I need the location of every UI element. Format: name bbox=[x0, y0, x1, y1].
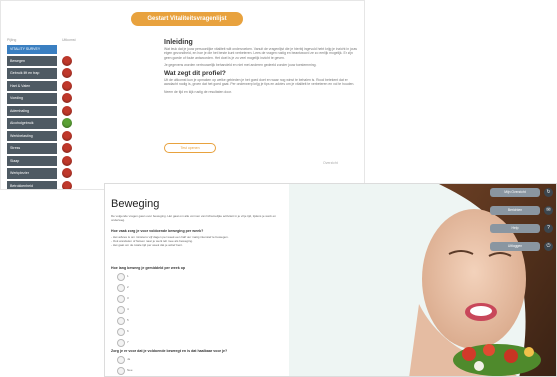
sidebar-item-label: Ademhaling bbox=[10, 108, 29, 113]
radio-option[interactable]: Nee bbox=[117, 367, 133, 375]
topic-sidebar: VITALITY SURVEY Bewegen Gebruik lift en t… bbox=[7, 45, 72, 189]
sidebar-item-label: Gebruik lift en trap bbox=[10, 71, 40, 76]
start-survey-button[interactable]: Gestart Vitaliteitsvragenlijst bbox=[131, 12, 243, 26]
radio-option-label: 4 bbox=[127, 307, 129, 311]
sidebar-item-label: Slaap bbox=[10, 158, 20, 163]
status-light-icon bbox=[62, 105, 72, 116]
sidebar-item[interactable]: Ademhaling bbox=[7, 105, 72, 117]
sidebar-item[interactable]: Voeding bbox=[7, 93, 72, 104]
menu-button[interactable]: Mijn Overzicht ↻ bbox=[490, 188, 553, 197]
status-light-icon bbox=[62, 130, 72, 141]
overview-link[interactable]: Overzicht bbox=[323, 161, 338, 165]
radio-option[interactable]: Ja bbox=[117, 356, 130, 364]
radio-option[interactable]: 7 bbox=[117, 339, 129, 347]
question-1-bullets: - Het advies is om minstens vijf dagen p… bbox=[111, 235, 229, 247]
menu-button[interactable]: Help? bbox=[490, 224, 553, 233]
sidebar-item[interactable]: Betrokkenheid bbox=[7, 180, 72, 189]
sidebar-item-label: Alcoholgebruik bbox=[10, 121, 34, 126]
help-icon[interactable]: ? bbox=[544, 224, 553, 233]
profile-subtitle: Wat zegt dit profiel? bbox=[164, 70, 226, 78]
sidebar-item-vitality-survey[interactable]: VITALITY SURVEY bbox=[7, 45, 57, 54]
radio-option-label: 1 bbox=[127, 274, 129, 278]
radio-option-label: 7 bbox=[127, 340, 129, 344]
status-light-icon bbox=[62, 80, 72, 91]
profile-paragraph: Neem de tijd en kijk rustig de resultate… bbox=[164, 89, 232, 94]
open-test-button[interactable]: Test openen bbox=[164, 143, 216, 153]
sidebar-item[interactable]: Bewegen bbox=[7, 56, 72, 67]
intro-panel: Inleiding Wat leuk dat je jouw persoonli… bbox=[164, 39, 359, 97]
radio-option-label: Nee bbox=[127, 368, 133, 372]
menu-button-label: Mijn Overzicht bbox=[504, 190, 526, 194]
radio-option-label: 5 bbox=[127, 318, 129, 322]
radio-option-label: 3 bbox=[127, 296, 129, 300]
sidebar-item-label: Voeding bbox=[10, 96, 23, 101]
sidebar-item[interactable]: Werkbelasting bbox=[7, 130, 72, 142]
sidebar-item-label: Bewegen bbox=[10, 59, 25, 63]
page-title: Beweging bbox=[111, 198, 160, 210]
radio-option[interactable]: 2 bbox=[117, 284, 129, 292]
sidebar-item-label: Betrokkenheid bbox=[10, 183, 33, 188]
intro-paragraph: Je gegevens worden vertrouwelijk behande… bbox=[164, 62, 317, 67]
sidebar-item[interactable]: Alcoholgebruik bbox=[7, 118, 72, 129]
radio-option[interactable]: 4 bbox=[117, 306, 129, 314]
status-light-icon bbox=[62, 118, 72, 129]
status-light-icon bbox=[62, 168, 72, 179]
questionnaire-panel: Beweging De volgende vragen gaan over be… bbox=[105, 184, 289, 376]
status-light-icon bbox=[62, 180, 72, 189]
radio-option-label: 6 bbox=[127, 329, 129, 333]
intro-paragraph: Wat leuk dat je jouw persoonlijke vitali… bbox=[164, 47, 357, 60]
account-menu: Mijn Overzicht ↻ Berichten ✉ Help? Uitloggen ⏻ bbox=[490, 188, 556, 260]
frequency-options: 1 2 3 4 5 6 7 bbox=[117, 273, 129, 350]
sidebar-item[interactable]: Hart & Vaten bbox=[7, 80, 72, 92]
mail-icon[interactable]: ✉ bbox=[544, 206, 553, 215]
radio-option-label: 2 bbox=[127, 285, 129, 289]
intro-text: De volgende vragen gaan over beweging. H… bbox=[111, 214, 276, 222]
status-light-icon bbox=[62, 56, 72, 66]
column-header-topic: Pijling bbox=[7, 38, 17, 42]
sidebar-item[interactable]: Stress bbox=[7, 143, 72, 154]
sidebar-item-label: Hart & Vaten bbox=[10, 83, 31, 88]
radio-option[interactable]: 5 bbox=[117, 317, 129, 325]
power-icon[interactable]: ⏻ bbox=[544, 242, 553, 251]
vitality-overview-window: Gestart Vitaliteitsvragenlijst Pijling U… bbox=[0, 0, 365, 190]
intro-title: Inleiding bbox=[164, 39, 193, 46]
menu-button[interactable]: Uitloggen ⏻ bbox=[490, 242, 553, 251]
movement-questionnaire-window: Beweging De volgende vragen gaan over be… bbox=[104, 183, 557, 377]
question-1: Hoe vaak zorg je voor voldoende beweging… bbox=[111, 229, 204, 233]
status-light-icon bbox=[62, 155, 72, 166]
status-light-icon bbox=[62, 143, 72, 154]
menu-button[interactable]: Berichten ✉ bbox=[490, 206, 553, 215]
status-light-icon bbox=[62, 93, 72, 104]
sidebar-item[interactable]: Gebruik lift en trap bbox=[7, 68, 72, 79]
sidebar-item[interactable]: Werkplezier bbox=[7, 168, 72, 179]
yes-no-options: Ja Nee bbox=[117, 356, 133, 376]
sidebar-item-label: Werkplezier bbox=[10, 171, 29, 176]
menu-button-label: Berichten bbox=[507, 208, 523, 212]
question-3: Zorg je er voor dat je voldoende beweegt… bbox=[111, 349, 228, 353]
status-light-icon bbox=[62, 68, 72, 79]
radio-option[interactable]: 3 bbox=[117, 295, 129, 303]
menu-button-label: Help bbox=[511, 226, 519, 230]
radio-option[interactable]: 1 bbox=[117, 273, 129, 281]
arrow-icon[interactable]: ↻ bbox=[544, 188, 553, 197]
column-header-result: Uitkomst bbox=[62, 38, 76, 42]
menu-button-label: Uitloggen bbox=[507, 244, 523, 248]
question-2: Hoe lang beweeg je gemiddeld per week op bbox=[111, 266, 186, 270]
radio-option-label: Ja bbox=[127, 357, 131, 361]
sidebar-item-label: Werkbelasting bbox=[10, 133, 33, 138]
sidebar-item-label: Stress bbox=[10, 146, 21, 151]
radio-option[interactable]: 6 bbox=[117, 328, 129, 336]
profile-paragraph: Uit de uitkomst kun je opmaken op welke … bbox=[164, 78, 355, 87]
sidebar-item[interactable]: Slaap bbox=[7, 155, 72, 167]
